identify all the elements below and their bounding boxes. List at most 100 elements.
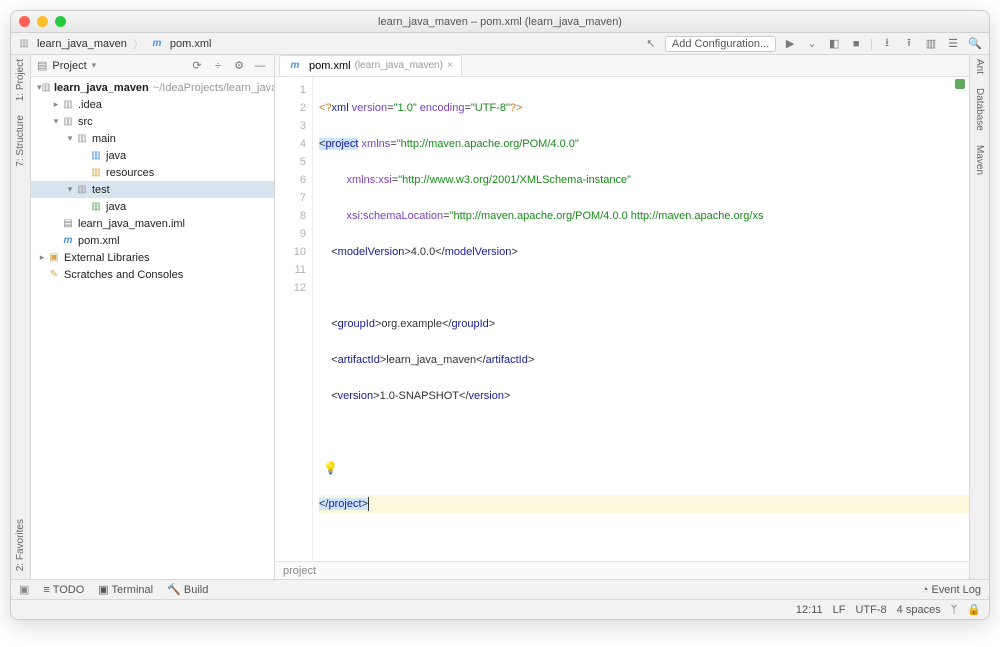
project-panel: ▤ Project ▾ ⟳ ÷ ⚙ — ▾learn_java_maven~/I…: [31, 55, 275, 579]
line-number[interactable]: 11: [275, 261, 306, 279]
line-number[interactable]: 10: [275, 243, 306, 261]
tool-tab-maven[interactable]: Maven: [974, 145, 985, 175]
lock-icon[interactable]: 🔒: [967, 603, 981, 616]
tree-node[interactable]: ▸.idea: [31, 96, 274, 113]
code-text[interactable]: <?xml version="1.0" encoding="UTF-8"?> <…: [313, 77, 969, 561]
close-window-button[interactable]: [19, 16, 30, 27]
wand-icon[interactable]: ↖: [643, 36, 659, 52]
tree-node[interactable]: resources: [31, 164, 274, 181]
project-panel-label[interactable]: Project: [52, 60, 86, 72]
tree-node-label: learn_java_maven.iml: [78, 218, 185, 230]
project-view-icon: ▤: [37, 59, 47, 72]
folder-icon: [75, 132, 89, 146]
toolwindow-toggle-icon[interactable]: ▣: [19, 583, 29, 596]
line-number[interactable]: 5: [275, 153, 306, 171]
main-area: 1: Project 7: Structure 2: Favorites ▤ P…: [11, 55, 989, 579]
line-number[interactable]: 2: [275, 99, 306, 117]
close-tab-icon[interactable]: ×: [447, 60, 453, 71]
tree-disclosure-icon[interactable]: ▾: [65, 184, 75, 195]
breadcrumb-label: learn_java_maven: [37, 38, 127, 50]
git-branch-icon[interactable]: ᛘ: [951, 604, 958, 616]
code-editor[interactable]: 123456789101112 <?xml version="1.0" enco…: [275, 77, 969, 561]
bottom-tool-bar: ▣ ≡ TODO ▣ Terminal 🔨 Build ◔ Event Log: [11, 579, 989, 599]
navigation-bar: learn_java_maven 〉 pom.xml ↖ Add Configu…: [11, 33, 989, 55]
chevron-down-icon[interactable]: ▾: [92, 60, 97, 71]
project-tree[interactable]: ▾learn_java_maven~/IdeaProjects/learn_ja…: [31, 77, 274, 579]
tree-node-label: pom.xml: [78, 235, 120, 247]
tree-node[interactable]: ▾src: [31, 113, 274, 130]
line-number[interactable]: 12: [275, 279, 306, 297]
line-number[interactable]: 4: [275, 135, 306, 153]
tool-tab-todo[interactable]: ≡ TODO: [43, 584, 84, 596]
tool-tab-favorites[interactable]: 2: Favorites: [15, 519, 26, 571]
tree-node[interactable]: ▾learn_java_maven~/IdeaProjects/learn_ja…: [31, 79, 274, 96]
tree-node[interactable]: pom.xml: [31, 232, 274, 249]
folder-icon: [61, 115, 75, 129]
tree-node-label: resources: [106, 167, 154, 179]
line-number[interactable]: 7: [275, 189, 306, 207]
breadcrumb-root[interactable]: learn_java_maven: [17, 37, 127, 51]
show-icon[interactable]: ▥: [923, 36, 939, 52]
editor-breadcrumb[interactable]: project: [275, 561, 969, 579]
breadcrumb-file[interactable]: pom.xml: [150, 37, 212, 51]
editor-tab-pomxml[interactable]: pom.xml (learn_java_maven) ×: [279, 55, 462, 76]
hierarchy-icon[interactable]: ☰: [945, 36, 961, 52]
tree-disclosure-icon[interactable]: ▸: [51, 99, 61, 110]
stop-icon[interactable]: ■: [848, 36, 864, 52]
tree-node[interactable]: ▾main: [31, 130, 274, 147]
tree-node[interactable]: learn_java_maven.iml: [31, 215, 274, 232]
file-encoding[interactable]: UTF-8: [855, 604, 886, 616]
tree-node[interactable]: ▸External Libraries: [31, 249, 274, 266]
breadcrumb-separator: 〉: [133, 36, 144, 52]
file-icon: [61, 217, 75, 231]
line-gutter: 123456789101112: [275, 77, 313, 561]
xml-file-icon: [288, 59, 302, 73]
run-icon[interactable]: ▶: [782, 36, 798, 52]
debug-icon[interactable]: ⌄: [804, 36, 820, 52]
tool-tab-terminal[interactable]: ▣ Terminal: [98, 583, 153, 596]
minimize-window-button[interactable]: [37, 16, 48, 27]
line-number[interactable]: 8: [275, 207, 306, 225]
tree-node[interactable]: Scratches and Consoles: [31, 266, 274, 283]
folder-icon: [42, 81, 51, 95]
tree-disclosure-icon[interactable]: ▾: [65, 133, 75, 144]
cursor-position[interactable]: 12:11: [796, 604, 823, 616]
tool-tab-ant[interactable]: Ant: [974, 59, 985, 74]
indent-setting[interactable]: 4 spaces: [897, 604, 941, 616]
line-number[interactable]: 6: [275, 171, 306, 189]
intention-bulb-icon[interactable]: 💡: [323, 459, 338, 477]
tool-tab-database[interactable]: Database: [974, 88, 985, 131]
divide-icon[interactable]: ÷: [210, 58, 226, 74]
javafolder-icon: [89, 149, 103, 163]
tree-disclosure-icon[interactable]: ▸: [37, 252, 47, 263]
sync-icon[interactable]: ⟳: [189, 58, 205, 74]
tree-node-label: test: [92, 184, 110, 196]
collapse-icon[interactable]: —: [252, 58, 268, 74]
coverage-icon[interactable]: ◧: [826, 36, 842, 52]
event-log-button[interactable]: ◔ Event Log: [922, 584, 981, 596]
line-number[interactable]: 1: [275, 81, 306, 99]
zoom-window-button[interactable]: [55, 16, 66, 27]
line-separator[interactable]: LF: [833, 604, 846, 616]
git-pull-icon[interactable]: ⭳: [879, 36, 895, 52]
tree-node[interactable]: java: [31, 147, 274, 164]
tool-tab-structure[interactable]: 7: Structure: [15, 115, 26, 167]
tree-node[interactable]: java: [31, 198, 274, 215]
line-number[interactable]: 3: [275, 117, 306, 135]
gear-icon[interactable]: ⚙: [231, 58, 247, 74]
tool-tab-project[interactable]: 1: Project: [15, 59, 26, 101]
text-caret: [368, 497, 369, 511]
tree-node-label: java: [106, 150, 126, 162]
tree-disclosure-icon[interactable]: ▾: [51, 116, 61, 127]
line-number[interactable]: 9: [275, 225, 306, 243]
git-push-icon[interactable]: ⭱: [901, 36, 917, 52]
editor-breadcrumb-item[interactable]: project: [283, 565, 316, 577]
search-icon[interactable]: 🔍: [967, 36, 983, 52]
tree-node[interactable]: ▾ test: [31, 181, 274, 198]
window-controls: [19, 16, 66, 27]
project-panel-header: ▤ Project ▾ ⟳ ÷ ⚙ —: [31, 55, 274, 77]
tool-tab-build[interactable]: 🔨 Build: [167, 583, 208, 596]
xml-file-icon: [150, 37, 164, 51]
add-configuration-button[interactable]: Add Configuration...: [665, 36, 776, 52]
tree-node-label: Scratches and Consoles: [64, 269, 183, 281]
